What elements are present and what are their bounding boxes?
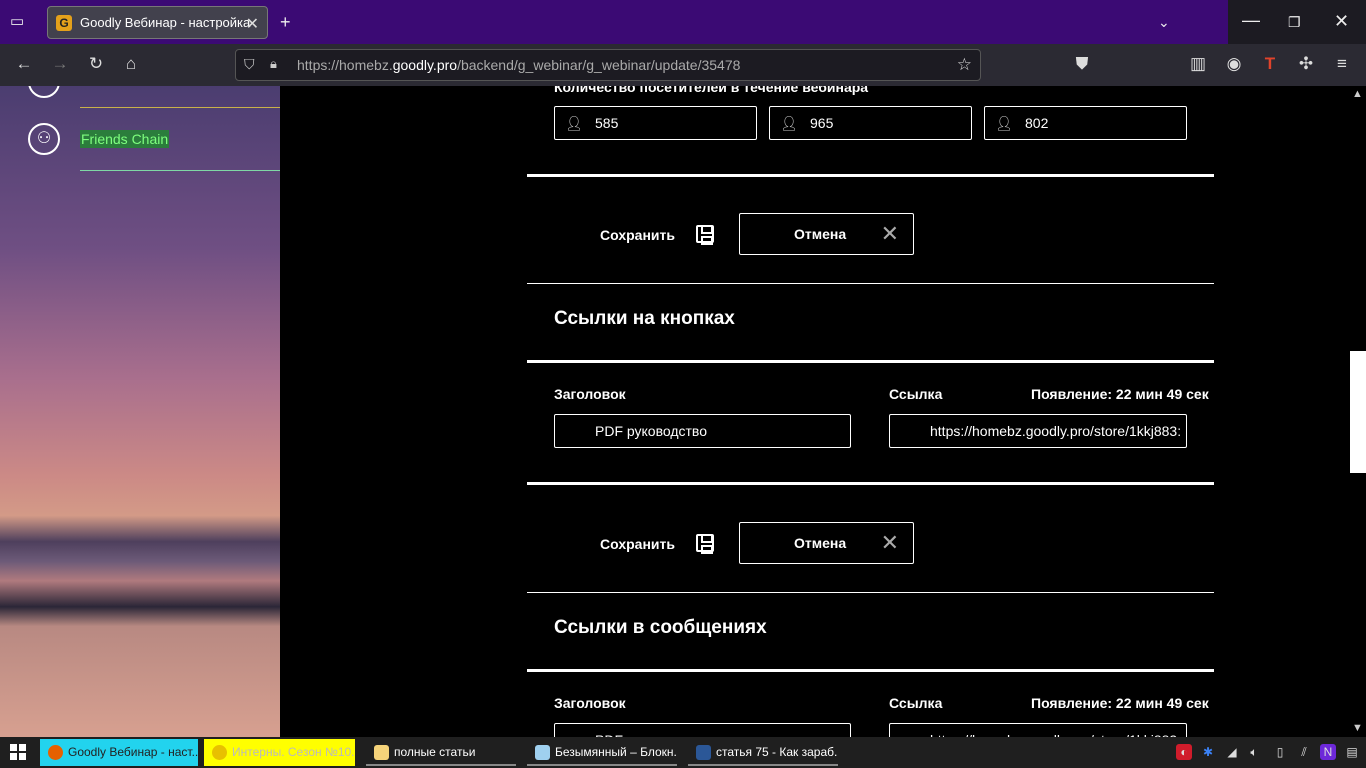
message-link-input[interactable]: https://homebz.goodly.pro/store/1kkj883 xyxy=(889,723,1187,737)
notepad-icon xyxy=(535,745,550,760)
minimize-icon[interactable]: — xyxy=(1242,10,1260,30)
title-label: Заголовок xyxy=(554,386,626,402)
user-icon: 👤︎ xyxy=(995,115,1013,131)
tab-active[interactable]: G Goodly Вебинар - настройка ✕ xyxy=(47,6,268,39)
tab-overview-icon[interactable]: ▭ xyxy=(10,12,24,32)
button-link-input[interactable]: https://homebz.goodly.pro/store/1kkj883: xyxy=(889,414,1187,448)
user-icon: 👤︎ xyxy=(565,115,583,131)
list-tabs-chevron-icon[interactable]: ⌄ xyxy=(1158,12,1170,32)
taskbar-item-notepad[interactable]: Безымянный – Блокн... xyxy=(527,739,677,766)
account-icon[interactable]: ◉ xyxy=(1222,54,1246,74)
scroll-up-icon[interactable]: ▲ xyxy=(1352,88,1363,100)
sidebar-divider xyxy=(80,170,280,171)
home-icon[interactable]: ⌂ xyxy=(119,54,143,74)
bookmark-star-icon[interactable]: ☆ xyxy=(957,55,972,75)
message-title-input[interactable]: PDF xyxy=(554,723,851,737)
visitors-field-1[interactable]: 👤︎ 585 xyxy=(554,106,757,140)
visitors-field-2[interactable]: 👤︎ 965 xyxy=(769,106,972,140)
back-icon[interactable]: ← xyxy=(12,54,36,74)
url-text[interactable]: https://homebz.goodly.pro/backend/g_webi… xyxy=(297,57,740,73)
visitors-field-3[interactable]: 👤︎ 802 xyxy=(984,106,1187,140)
firefox-icon xyxy=(48,745,63,760)
divider xyxy=(527,360,1214,363)
usb-icon[interactable]: ▯ xyxy=(1272,744,1288,760)
save-disk-icon[interactable] xyxy=(696,225,714,245)
player-icon xyxy=(212,745,227,760)
goodly-favicon-icon: G xyxy=(56,14,72,31)
windows-taskbar: Goodly Вебинар - наст... Интерны. Сезон … xyxy=(0,737,1366,768)
tab-title: Goodly Вебинар - настройка xyxy=(80,15,251,30)
shield-icon[interactable]: ⛉ xyxy=(244,56,255,73)
close-x-icon: ✕ xyxy=(880,221,899,246)
divider xyxy=(527,669,1214,672)
url-bar[interactable]: ⛉ 🔒︎ https://homebz.goodly.pro/backend/g… xyxy=(235,49,981,81)
taskbar-item-document[interactable]: статья 75 - Как зараб... xyxy=(688,739,838,766)
tab-bar: ▭ G Goodly Вебинар - настройка ✕ + ⌄ — ❐… xyxy=(0,0,1366,44)
window-controls: — ❐ ✕ xyxy=(1228,0,1366,44)
divider xyxy=(527,592,1214,593)
main-content: Количество посетителей в течение вебинар… xyxy=(280,86,1350,737)
cancel-button[interactable]: Отмена ✕ xyxy=(739,522,914,564)
taskbar-item-browser[interactable]: Goodly Вебинар - наст... xyxy=(40,739,198,766)
pocket-icon[interactable]: ⛊ xyxy=(1070,54,1094,74)
save-button[interactable]: Сохранить xyxy=(600,536,675,552)
network-icon[interactable]: ◢ xyxy=(1224,744,1240,760)
windows-start-icon[interactable] xyxy=(10,744,26,760)
forward-icon[interactable]: → xyxy=(48,54,72,74)
section-heading-button-links: Ссылки на кнопках xyxy=(554,308,735,329)
new-tab-button[interactable]: + xyxy=(280,12,291,32)
extensions-puzzle-icon[interactable]: ✣ xyxy=(1294,54,1318,74)
word-icon xyxy=(696,745,711,760)
cancel-button[interactable]: Отмена ✕ xyxy=(739,213,914,255)
tab-close-icon[interactable]: ✕ xyxy=(246,14,259,34)
tray-n-icon[interactable]: N xyxy=(1320,744,1336,760)
tray-app-icon[interactable]: ◐ xyxy=(1176,744,1192,760)
link-label: Ссылка xyxy=(889,695,943,711)
sidebar: ⚇ Friends Chain xyxy=(0,86,280,737)
restore-icon[interactable]: ❐ xyxy=(1288,12,1301,32)
divider xyxy=(527,174,1214,177)
link-label: Ссылка xyxy=(889,386,943,402)
user-icon: 👤︎ xyxy=(780,115,798,131)
visitors-label: Количество посетителей в течение вебинар… xyxy=(554,86,869,95)
scroll-down-icon[interactable]: ▼ xyxy=(1352,722,1363,734)
close-x-icon: ✕ xyxy=(880,530,899,555)
notifications-icon[interactable]: ▤ xyxy=(1344,744,1360,760)
divider xyxy=(527,482,1214,485)
menu-hamburger-icon[interactable]: ≡ xyxy=(1330,54,1354,74)
section-heading-message-links: Ссылки в сообщениях xyxy=(554,617,767,638)
scrollbar[interactable]: ▲ ▼ xyxy=(1350,86,1366,737)
tray-stripes-icon[interactable]: ⫽ xyxy=(1296,744,1312,760)
reader-view-icon[interactable]: ▥ xyxy=(1186,54,1210,74)
button-title-input[interactable]: PDF руководство xyxy=(554,414,851,448)
scrollbar-thumb[interactable] xyxy=(1350,351,1366,473)
reload-icon[interactable]: ↻ xyxy=(84,54,108,74)
divider xyxy=(527,283,1214,284)
sidebar-item-friends-chain[interactable]: Friends Chain xyxy=(80,130,170,148)
lock-icon[interactable]: 🔒︎ xyxy=(270,56,277,72)
taskbar-item-video[interactable]: Интерны. Сезон №10... xyxy=(204,739,355,766)
title-label: Заголовок xyxy=(554,695,626,711)
sidebar-icon-top[interactable] xyxy=(28,86,60,98)
bluetooth-icon[interactable]: ✱ xyxy=(1200,744,1216,760)
folder-icon xyxy=(374,745,389,760)
taskbar-item-folder[interactable]: полные статьи xyxy=(366,739,516,766)
navigation-bar: ← → ↻ ⌂ ⛉ 🔒︎ https://homebz.goodly.pro/b… xyxy=(0,44,1366,86)
save-button[interactable]: Сохранить xyxy=(600,227,675,243)
volume-icon[interactable]: 🔈︎ xyxy=(1246,744,1262,760)
friends-icon[interactable]: ⚇ xyxy=(28,123,60,155)
sidebar-divider xyxy=(80,107,280,108)
close-window-icon[interactable]: ✕ xyxy=(1334,11,1349,31)
save-disk-icon[interactable] xyxy=(696,534,714,554)
appearance-time: Появление: 22 мин 49 сек xyxy=(1031,695,1209,711)
extension-t-icon[interactable]: T xyxy=(1258,54,1282,74)
appearance-time: Появление: 22 мин 49 сек xyxy=(1031,386,1209,402)
